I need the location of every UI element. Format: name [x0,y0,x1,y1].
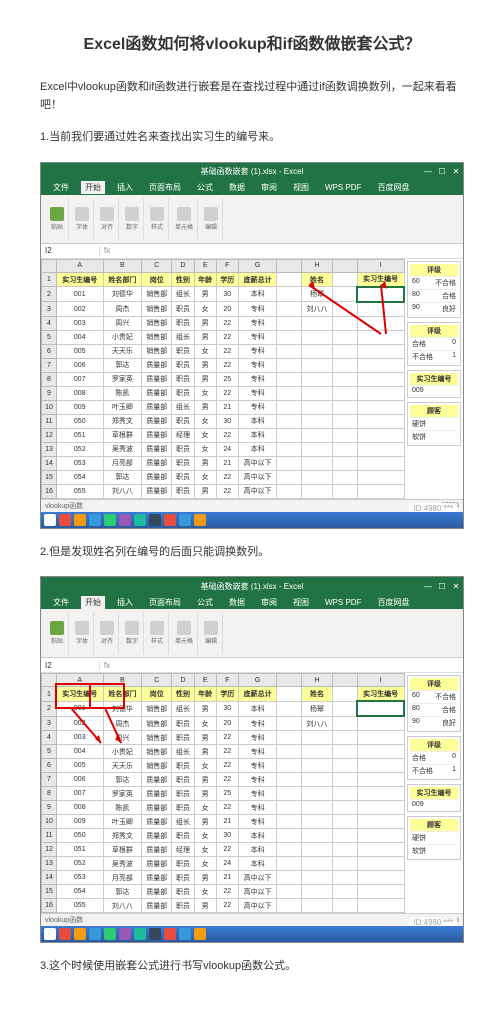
window-controls: —☐✕ [423,167,461,176]
status-bar: vlookup函数100% [41,499,463,512]
step-1-text: 1.当前我们要通过姓名来查找出实习生的编号来。 [40,129,464,147]
ribbon-body: 粘贴 字体 对齐 数字 样式 单元格 编辑 [41,195,463,244]
side-panels: 评级60不合格80合格90良好 评级合格0不合格1 实习生编号009 顾客硬饼软… [405,259,463,499]
tab-review[interactable]: 审阅 [257,596,281,609]
tab-file[interactable]: 文件 [49,181,73,194]
excel-screenshot-1: 基础函数嵌套 (1).xlsx - Excel —☐✕ 文件 开始 插入 页面布… [40,162,464,529]
step-3-text: 3.这个时候使用嵌套公式进行书写vlookup函数公式。 [40,958,464,976]
tab-formula[interactable]: 公式 [193,596,217,609]
name-box[interactable]: I2 [41,246,100,255]
ribbon-tabs: 文件 开始 插入 页面布局 公式 数据 审阅 视图 WPS PDF 百度网盘 [41,181,463,195]
taskbar [41,926,463,942]
spreadsheet-grid[interactable]: ABCDEFGHI 1实习生编号姓名部门岗位性别年龄学历底薪总计姓名实习生编号 … [41,673,405,913]
window-title: 基础函数嵌套 (1).xlsx - Excel [201,581,304,592]
tab-review[interactable]: 审阅 [257,181,281,194]
window-title: 基础函数嵌套 (1).xlsx - Excel [201,166,304,177]
tab-wpspdf[interactable]: WPS PDF [321,182,365,193]
tab-view[interactable]: 视图 [289,181,313,194]
tab-baidu[interactable]: 百度网盘 [373,181,413,194]
excel-screenshot-2: 基础函数嵌套 (1).xlsx - Excel —☐✕ 文件 开始 插入 页面布… [40,576,464,943]
spreadsheet-grid[interactable]: ABCDEFGHI 1实习生编号姓名部门岗位性别年龄学历底薪总计姓名实习生编号 … [41,259,405,499]
tab-formula[interactable]: 公式 [193,181,217,194]
tab-insert[interactable]: 插入 [113,596,137,609]
fx-icon[interactable]: fx [100,246,114,255]
page-title: Excel函数如何将vlookup和if函数做嵌套公式？ [40,30,464,54]
title-bar: 基础函数嵌套 (1).xlsx - Excel —☐✕ [41,163,463,181]
tab-view[interactable]: 视图 [289,596,313,609]
tab-data[interactable]: 数据 [225,596,249,609]
tab-home[interactable]: 开始 [81,181,105,194]
step-2-text: 2.但是发现姓名列在编号的后面只能调换数列。 [40,544,464,562]
tab-insert[interactable]: 插入 [113,181,137,194]
name-box[interactable]: I2 [41,661,100,670]
tab-layout[interactable]: 页面布局 [145,181,185,194]
tab-wpspdf[interactable]: WPS PDF [321,597,365,608]
tab-data[interactable]: 数据 [225,181,249,194]
fx-icon[interactable]: fx [100,661,114,670]
ribbon-body: 粘贴 字体 对齐 数字 样式 单元格 编辑 [41,609,463,658]
intro-paragraph: Excel中vlookup函数和if函数进行嵌套是在查找过程中通过if函数调换数… [40,79,464,114]
tab-layout[interactable]: 页面布局 [145,596,185,609]
formula-bar: I2 fx [41,244,463,259]
ribbon-tabs: 文件 开始 插入 页面布局 公式 数据 审阅 视图 WPS PDF 百度网盘 [41,595,463,609]
tab-file[interactable]: 文件 [49,596,73,609]
tab-home[interactable]: 开始 [81,596,105,609]
taskbar [41,512,463,528]
title-bar: 基础函数嵌套 (1).xlsx - Excel —☐✕ [41,577,463,595]
tab-baidu[interactable]: 百度网盘 [373,596,413,609]
